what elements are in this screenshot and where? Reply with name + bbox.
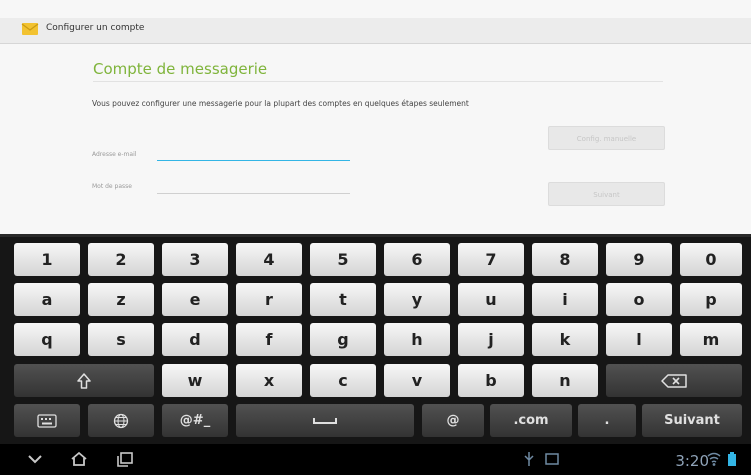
key-5[interactable]: 5 [310,243,376,276]
key-h[interactable]: h [384,323,450,356]
key-x[interactable]: x [236,364,302,397]
manual-setup-button[interactable]: Config. manuelle [548,126,665,150]
key-2[interactable]: 2 [88,243,154,276]
key-1[interactable]: 1 [14,243,80,276]
key-k[interactable]: k [532,323,598,356]
space-bar-icon [313,417,337,424]
key-d[interactable]: d [162,323,228,356]
system-bar: 3:20 [0,444,751,475]
symbols-key[interactable]: @#_ [162,404,228,437]
key-t[interactable]: t [310,283,376,316]
key-l[interactable]: l [606,323,672,356]
screen: Configurer un compte Compte de messageri… [0,0,751,475]
keyboard-settings-key[interactable] [14,404,80,437]
key-v[interactable]: v [384,364,450,397]
shift-key[interactable] [14,364,154,397]
description-text: Vous pouvez configurer une messagerie po… [92,99,469,108]
key-9[interactable]: 9 [606,243,672,276]
key-o[interactable]: o [606,283,672,316]
password-label: Mot de passe [92,183,132,190]
key-m[interactable]: m [680,323,742,356]
email-label: Adresse e-mail [92,151,137,158]
language-key[interactable] [88,404,154,437]
backspace-key[interactable] [606,364,742,397]
keyboard-settings-icon [37,413,57,428]
email-app-icon [21,21,39,37]
key-0[interactable]: 0 [680,243,742,276]
key-j[interactable]: j [458,323,524,356]
period-key[interactable]: . [578,404,636,437]
app-title: Configurer un compte [46,23,145,33]
home-icon[interactable] [70,451,88,471]
key-3[interactable]: 3 [162,243,228,276]
key-i[interactable]: i [532,283,598,316]
key-a[interactable]: a [14,283,80,316]
key-e[interactable]: e [162,283,228,316]
keyboard-hide-icon[interactable] [26,451,44,471]
key-q[interactable]: q [14,323,80,356]
title-bar: Configurer un compte [0,18,751,44]
key-s[interactable]: s [88,323,154,356]
space-key[interactable] [236,404,414,437]
key-7[interactable]: 7 [458,243,524,276]
page-heading: Compte de messagerie [93,60,268,78]
key-r[interactable]: r [236,283,302,316]
next-action-key[interactable]: Suivant [642,404,742,437]
password-field[interactable] [157,178,349,192]
shift-icon [77,372,91,389]
dotcom-key[interactable]: .com [490,404,572,437]
key-w[interactable]: w [162,364,228,397]
status-area: 3:20 [521,451,741,471]
battery-icon [727,451,737,471]
usb-icon [523,451,535,471]
email-field[interactable] [157,146,349,160]
key-4[interactable]: 4 [236,243,302,276]
key-g[interactable]: g [310,323,376,356]
wifi-icon [707,451,721,471]
recent-apps-icon[interactable] [116,451,134,471]
heading-divider [93,81,663,82]
email-field-underline [157,160,350,161]
key-f[interactable]: f [236,323,302,356]
account-setup-screen: Configurer un compte Compte de messageri… [0,0,751,234]
key-6[interactable]: 6 [384,243,450,276]
password-field-underline [157,193,350,194]
key-8[interactable]: 8 [532,243,598,276]
key-z[interactable]: z [88,283,154,316]
screenshot-icon [545,451,559,471]
clock: 3:20 [675,452,709,470]
backspace-icon [661,373,687,388]
at-key[interactable]: @ [422,404,484,437]
key-c[interactable]: c [310,364,376,397]
next-button[interactable]: Suivant [548,182,665,206]
on-screen-keyboard: 1 2 3 4 5 6 7 8 9 0 a z e r t y u i o p … [0,234,751,447]
key-y[interactable]: y [384,283,450,316]
key-p[interactable]: p [680,283,742,316]
globe-icon [113,413,129,428]
key-u[interactable]: u [458,283,524,316]
key-n[interactable]: n [532,364,598,397]
key-b[interactable]: b [458,364,524,397]
